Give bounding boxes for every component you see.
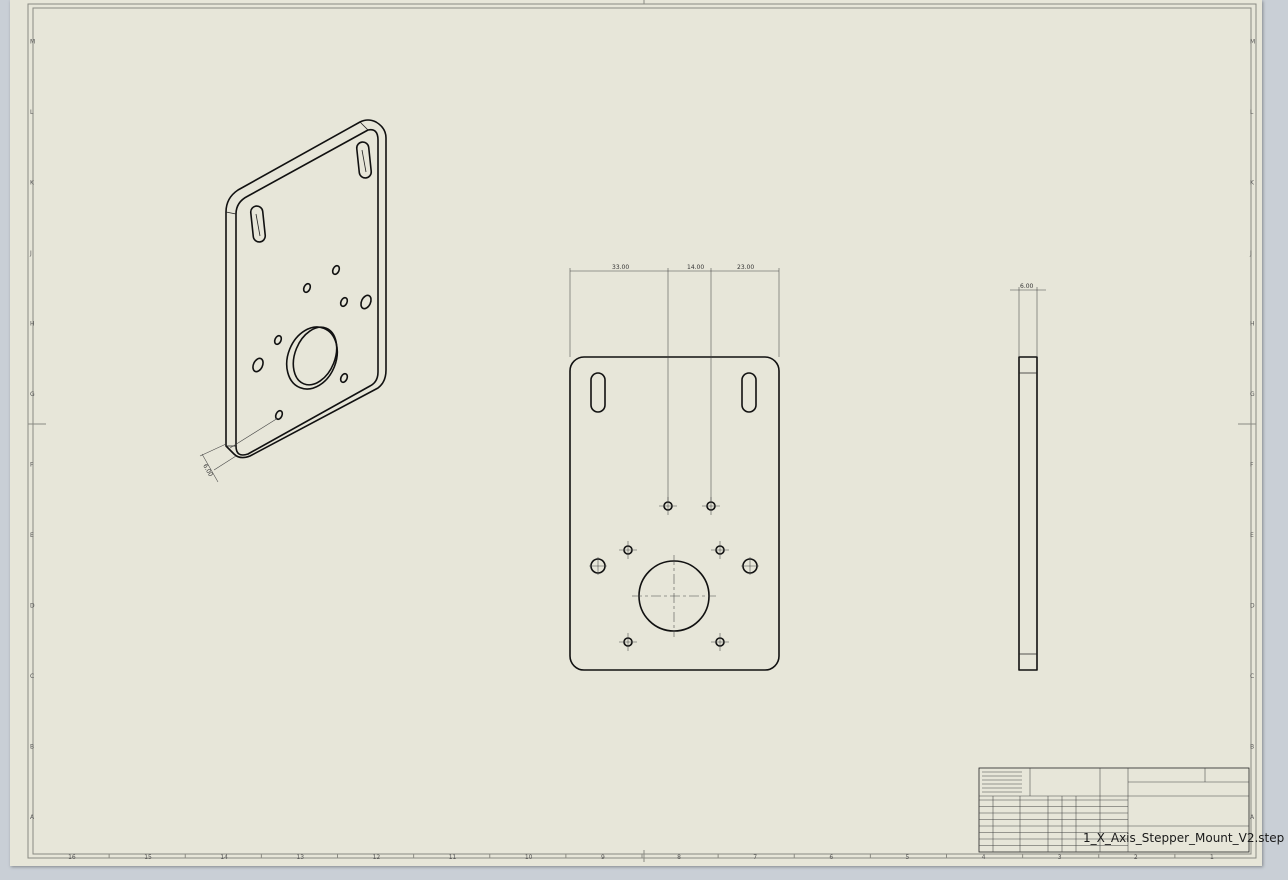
zone-label-col: 1 (1210, 854, 1214, 861)
sheet-frame (27, 0, 1257, 862)
zone-label-row: C (1250, 673, 1254, 680)
zone-labels-left: MLKJHGFEDCBA (29, 38, 35, 821)
zone-label-row: B (30, 743, 34, 750)
zone-label-row: F (30, 461, 34, 468)
zone-label-row: C (30, 673, 34, 680)
drawing-canvas[interactable]: 16 15 14 13 12 11 10 9 8 7 6 5 4 3 2 1 M L K J H G F E D C B A M L K… (0, 0, 1288, 880)
zone-label-col: 5 (905, 854, 909, 861)
zone-label-row: H (30, 320, 35, 327)
zone-label-row: G (30, 391, 35, 398)
zone-label-row: H (1250, 320, 1255, 327)
zone-label-row: E (1250, 532, 1254, 539)
zone-label-col: 11 (449, 854, 457, 861)
zone-label-col: 14 (220, 854, 228, 861)
zone-label-row: B (1250, 743, 1254, 750)
zone-label-row: J (1249, 250, 1252, 257)
zone-labels-right: M L K J H G F E D C B A (1249, 38, 1255, 821)
zone-label-row: F (1250, 461, 1254, 468)
zone-label-col: 12 (373, 854, 381, 861)
zone-label-row: A (1250, 814, 1255, 821)
isometric-view[interactable]: 6.00 (199, 119, 387, 483)
zone-label-row: M (30, 38, 35, 45)
zone-label-row: A (30, 814, 35, 821)
zone-label-col: 13 (296, 854, 304, 861)
zone-label-row: D (30, 602, 35, 609)
front-dim-left[interactable]: 33.00 (612, 264, 629, 271)
zone-label-row: M (1250, 38, 1255, 45)
zone-label-col: 16 (68, 854, 76, 861)
front-view[interactable]: 33.00 14.00 23.00 (569, 264, 780, 671)
front-dim-right[interactable]: 23.00 (737, 264, 754, 271)
side-view[interactable]: 6.00 (1010, 283, 1046, 671)
side-dim-thickness[interactable]: 6.00 (1020, 283, 1034, 290)
zone-label-row: E (30, 532, 34, 539)
zone-label-row: K (1250, 179, 1255, 186)
zone-label-row: G (1250, 391, 1255, 398)
zone-label-col: 7 (753, 854, 757, 861)
zone-label-col: 8 (677, 854, 681, 861)
file-name-label: 1_X_Axis_Stepper_Mount_V2.step (1083, 831, 1284, 845)
front-dim-mid[interactable]: 14.00 (687, 264, 704, 271)
zone-label-row: J (29, 250, 32, 257)
zone-label-row: L (1250, 109, 1254, 116)
zone-label-row: D (1250, 602, 1255, 609)
zone-label-col: 10 (525, 854, 533, 861)
zone-label-col: 2 (1134, 854, 1138, 861)
zone-label-col: 4 (982, 854, 986, 861)
zone-label-col: 15 (144, 854, 152, 861)
zone-label-col: 3 (1058, 854, 1062, 861)
zone-label-row: K (30, 179, 35, 186)
zone-label-col: 6 (829, 854, 833, 861)
iso-dim-thickness[interactable]: 6.00 (201, 463, 214, 478)
zone-label-col: 9 (601, 854, 605, 861)
drawing-viewport[interactable]: 16 15 14 13 12 11 10 9 8 7 6 5 4 3 2 1 M L K J H G F E D C B A M L K… (0, 0, 1288, 880)
